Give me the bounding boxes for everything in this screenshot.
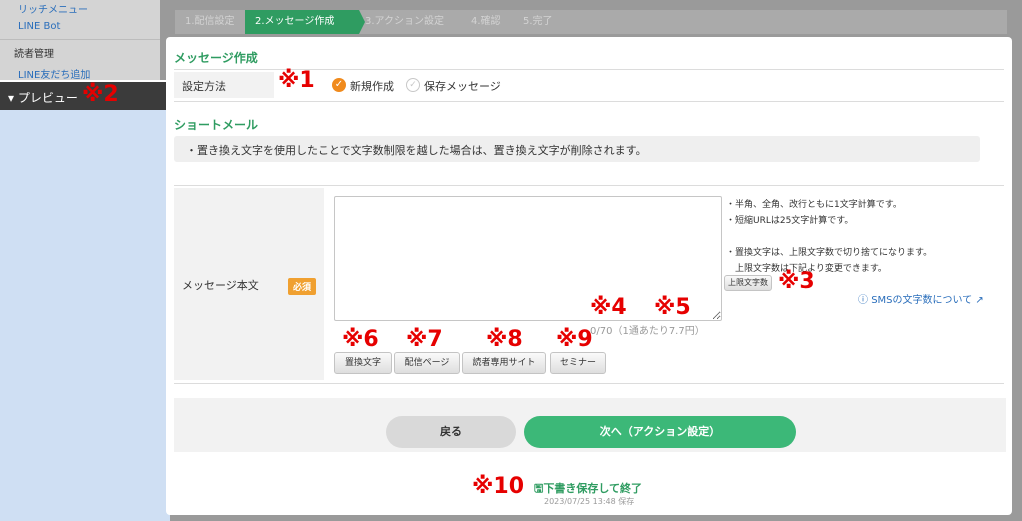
next-action-settings-button[interactable]: 次へ（アクション設定） — [524, 416, 796, 448]
message-body-label: メッセージ本文 — [182, 279, 259, 292]
annotation-mark-8: ※8 — [486, 327, 523, 352]
step-5: 5.完了 — [513, 10, 579, 34]
insert-delivery-page-button[interactable]: 配信ページ — [394, 352, 460, 374]
back-button[interactable]: 戻る — [386, 416, 516, 448]
save-draft-label: 下書き保存して終了 — [543, 482, 643, 495]
step-2-active: 2.メッセージ作成 — [245, 10, 365, 34]
notice-text: ・置き換え文字を使用したことで文字数制限を越した場合は、置き換え文字が削除されま… — [186, 144, 647, 157]
step-3: 3.アクション設定 — [355, 10, 469, 34]
radio-saved-message[interactable]: ✓ — [406, 78, 420, 92]
step-label: 4.確認 — [471, 16, 501, 27]
divider — [174, 185, 1004, 186]
annotation-mark-6: ※6 — [342, 327, 379, 352]
step-1: 1.配信設定 — [175, 10, 253, 34]
setting-method-label: 設定方法 — [182, 80, 226, 93]
sidebar-heading-reader-management: 読者管理 — [14, 49, 54, 60]
hint-line-3: ・置換文字は、上限文字数で切り捨てになります。 — [726, 248, 933, 258]
info-icon: ⓘ — [858, 295, 868, 306]
preview-label: ▾ プレビュー — [8, 91, 78, 105]
annotation-mark-5: ※5 — [654, 295, 691, 320]
annotation-mark-1: ※1 — [278, 68, 315, 93]
save-icon: 🖫 — [534, 482, 544, 495]
char-count: 0/70（1通あたり7.7円） — [590, 326, 705, 337]
hint-line-1: ・半角、全角、改行ともに1文字計算です。 — [726, 200, 902, 210]
main-panel: メッセージ作成 設定方法 ※1 ✓ 新規作成 ✓ 保存メッセージ ショートメール… — [166, 37, 1012, 515]
preview-toggle[interactable]: ▾ プレビュー ※2 — [0, 80, 170, 112]
step-chevron — [573, 10, 579, 34]
annotation-mark-7: ※7 — [406, 327, 443, 352]
annotation-mark-3: ※3 — [778, 269, 815, 294]
sms-link-label: SMSの文字数について — [871, 295, 973, 306]
radio-new-create[interactable]: ✓ — [332, 78, 346, 92]
sidebar-divider — [0, 39, 160, 40]
option-new-create-label: 新規作成 — [350, 80, 394, 93]
insert-reader-site-button[interactable]: 読者専用サイト — [462, 352, 546, 374]
step-label: 5.完了 — [523, 16, 553, 27]
option-saved-message-label: 保存メッセージ — [424, 80, 501, 93]
saved-time: 2023/07/25 13:48 保存 — [544, 497, 635, 506]
section-title-sms: ショートメール — [174, 118, 259, 132]
sidebar-item-line-bot[interactable]: LINE Bot — [18, 21, 60, 32]
step-label: 2.メッセージ作成 — [255, 16, 335, 27]
hint-line-2: ・短縮URLは25文字計算です。 — [726, 216, 854, 226]
sidebar-item-rich-menu[interactable]: リッチメニュー — [18, 1, 88, 16]
divider — [174, 101, 1004, 102]
step-label: 3.アクション設定 — [365, 16, 445, 27]
annotation-mark-2: ※2 — [82, 82, 119, 107]
sms-char-info-link[interactable]: ⓘ SMSの文字数について ↗ — [858, 291, 984, 306]
insert-replacement-button[interactable]: 置換文字 — [334, 352, 392, 374]
insert-seminar-button[interactable]: セミナー — [550, 352, 606, 374]
annotation-mark-9: ※9 — [556, 327, 593, 352]
step-4: 4.確認 — [461, 10, 527, 34]
external-link-icon: ↗ — [975, 295, 984, 306]
section-title-message: メッセージ作成 — [174, 51, 258, 65]
annotation-mark-10: ※10 — [472, 474, 525, 499]
step-progress-bar: 1.配信設定 2.メッセージ作成 3.アクション設定 4.確認 5.完了 — [175, 10, 1007, 34]
notice-box: ・置き換え文字を使用したことで文字数制限を越した場合は、置き換え文字が削除されま… — [174, 136, 980, 162]
annotation-mark-4: ※4 — [590, 295, 627, 320]
preview-panel — [0, 110, 170, 521]
divider — [174, 383, 1004, 384]
sidebar-item-line-friend-add[interactable]: LINE友だち追加 — [18, 66, 90, 81]
required-badge: 必須 — [288, 278, 317, 295]
step-label: 1.配信設定 — [185, 16, 235, 27]
limit-chars-button[interactable]: 上限文字数 — [724, 275, 772, 291]
